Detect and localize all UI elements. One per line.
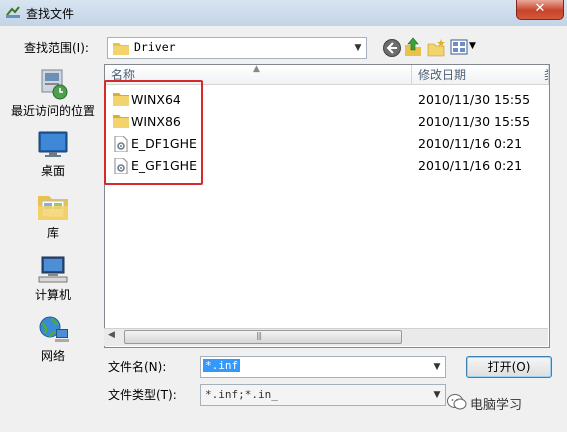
sidebar-item-network[interactable]: 网络: [8, 315, 98, 364]
sort-arrow-icon: ▲: [253, 64, 260, 74]
filename-input[interactable]: *.inf ▼: [200, 356, 446, 378]
highlight-box: [104, 80, 203, 185]
view-menu-icon[interactable]: [450, 38, 470, 58]
view-menu-chevron-icon[interactable]: ▼: [469, 41, 476, 51]
back-icon[interactable]: [382, 38, 402, 58]
scroll-thumb[interactable]: [124, 330, 402, 344]
sidebar-item-label: 网络: [40, 349, 65, 363]
file-date: 2010/11/30 15:55: [418, 92, 531, 107]
column-header-date[interactable]: 修改日期: [412, 65, 549, 85]
sidebar-item-computer[interactable]: 计算机: [8, 254, 98, 303]
filename-label: 文件名(N):: [108, 360, 167, 374]
folder-icon: [113, 43, 129, 55]
sidebar-item-label: 桌面: [40, 164, 65, 178]
lookin-value: Driver: [134, 40, 176, 54]
title-bar: [0, 0, 567, 26]
sidebar-item-label: 库: [46, 226, 59, 240]
column-header-type[interactable]: 类: [543, 65, 549, 85]
file-date: 2010/11/30 15:55: [418, 114, 531, 129]
recent-places-icon: [41, 69, 68, 100]
chevron-down-icon[interactable]: ▼: [429, 357, 445, 377]
network-icon: [39, 316, 69, 342]
wechat-icon: [447, 394, 467, 410]
filetype-select[interactable]: *.inf;*.in_ ▼: [200, 384, 446, 406]
chevron-down-icon[interactable]: ▼: [350, 38, 366, 58]
library-icon: [38, 196, 68, 220]
desktop-icon: [38, 131, 68, 157]
filetype-label: 文件类型(T):: [108, 388, 177, 402]
open-button[interactable]: 打开(O): [466, 356, 552, 378]
file-date: 2010/11/16 0:21: [418, 158, 523, 173]
scroll-left-icon[interactable]: ◀: [108, 330, 115, 340]
sidebar-item-recent[interactable]: 最近访问的位置: [8, 68, 98, 119]
file-date: 2010/11/16 0:21: [418, 136, 523, 151]
filename-value: *.inf: [203, 359, 241, 372]
sidebar-item-desktop[interactable]: 桌面: [8, 130, 98, 179]
new-folder-icon[interactable]: [426, 38, 446, 58]
up-folder-icon[interactable]: [403, 37, 423, 57]
computer-icon: [38, 256, 68, 283]
scroll-grip-icon: |||: [256, 331, 262, 340]
window-title: 查找文件: [26, 7, 75, 21]
app-icon: [6, 6, 20, 18]
places-sidebar: 最近访问的位置 桌面 库 计算机 网络: [8, 62, 98, 372]
filetype-value: *.inf;*.in_: [205, 388, 278, 401]
watermark-text: 电脑学习: [470, 398, 523, 413]
sidebar-item-label: 最近访问的位置: [10, 104, 95, 118]
lookin-select[interactable]: Driver ▼: [107, 37, 367, 59]
sidebar-item-label: 计算机: [34, 288, 71, 302]
chevron-down-icon[interactable]: ▼: [429, 385, 445, 405]
close-button[interactable]: ✕: [516, 0, 564, 20]
sidebar-item-library[interactable]: 库: [8, 192, 98, 241]
lookin-label: 查找范围(I):: [24, 41, 89, 55]
